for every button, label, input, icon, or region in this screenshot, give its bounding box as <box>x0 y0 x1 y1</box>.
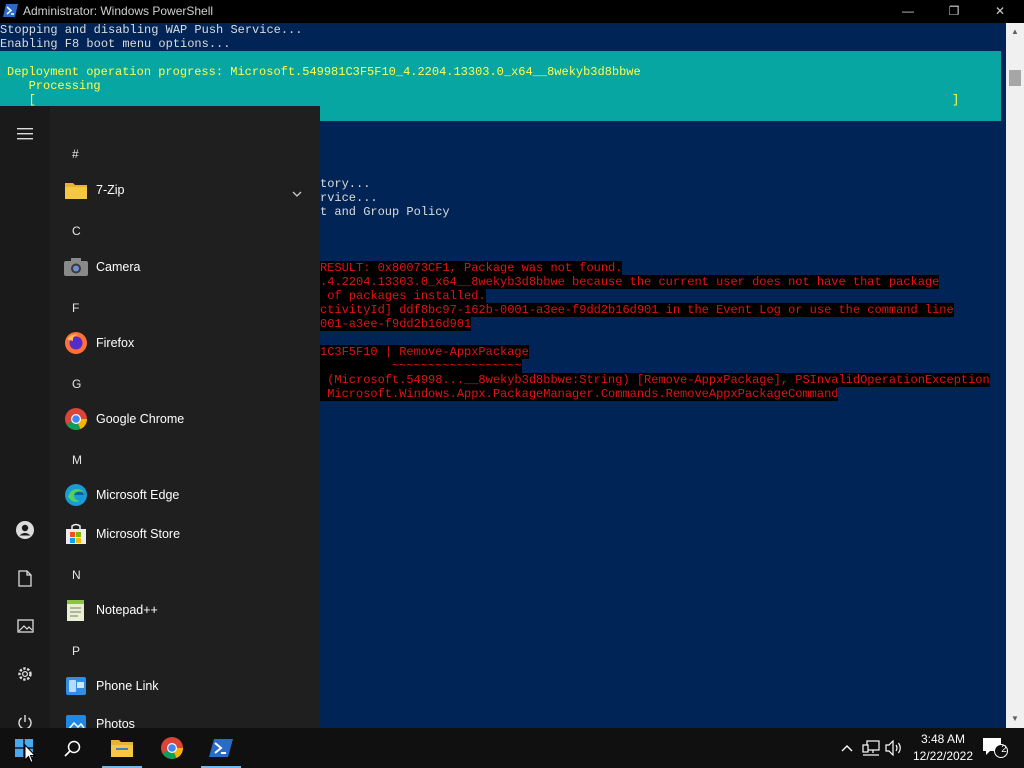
app-microsoft-store[interactable]: Microsoft Store <box>60 516 312 552</box>
pictures-button[interactable] <box>0 606 50 646</box>
app-phone-link[interactable]: Phone Link <box>60 668 312 704</box>
volume-button[interactable] <box>884 728 904 768</box>
network-button[interactable] <box>860 728 882 768</box>
app-name: Phone Link <box>96 679 159 693</box>
chevron-up-icon <box>841 745 853 752</box>
show-hidden-icons-button[interactable] <box>838 728 856 768</box>
settings-button[interactable] <box>0 654 50 694</box>
error-line: ctivityId] ddf8bc97-162b-0001-a3ee-f9dd2… <box>320 303 954 317</box>
maximize-button[interactable]: ❐ <box>931 0 977 23</box>
firefox-icon <box>63 330 89 356</box>
app-name: Notepad++ <box>96 603 158 617</box>
app-name: Microsoft Edge <box>96 488 180 502</box>
minimize-button[interactable]: — <box>885 0 931 23</box>
progress-bar-left: [ <box>7 93 36 107</box>
error-line: (Microsoft.54998...__8wekyb3d8bbwe:Strin… <box>320 373 990 387</box>
app-name: Photos <box>96 717 135 728</box>
chrome-icon <box>161 737 183 759</box>
letter-header[interactable]: G <box>72 377 81 391</box>
taskbar-clock[interactable]: 3:48 AM 12/22/2022 <box>910 731 976 765</box>
clock-time: 3:48 AM <box>920 732 966 746</box>
app-notepad-plus-plus[interactable]: Notepad++ <box>60 592 312 628</box>
progress-title: Deployment operation progress: Microsoft… <box>7 65 641 79</box>
notepadpp-icon <box>63 597 89 623</box>
speaker-icon <box>885 740 901 756</box>
camera-icon <box>63 254 89 280</box>
window-title-bar[interactable]: Administrator: Windows PowerShell — ❐ ✕ <box>0 0 1024 23</box>
start-menu-rail <box>0 106 50 730</box>
app-microsoft-edge[interactable]: Microsoft Edge <box>60 477 312 513</box>
console-line: Enabling F8 boot menu options... <box>0 37 231 51</box>
letter-header[interactable]: M <box>72 453 82 467</box>
photos-icon <box>63 711 89 728</box>
vertical-scrollbar[interactable]: ▲ ▼ <box>1006 23 1024 728</box>
user-icon <box>16 521 34 539</box>
scroll-down-arrow-icon[interactable]: ▼ <box>1006 710 1024 728</box>
search-icon <box>63 740 80 757</box>
letter-header[interactable]: P <box>72 644 80 658</box>
window-title: Administrator: Windows PowerShell <box>23 4 214 18</box>
app-photos[interactable]: Photos <box>60 706 312 728</box>
documents-button[interactable] <box>0 558 50 598</box>
error-line: RESULT: 0x80073CF1, Package was not foun… <box>320 261 623 275</box>
error-line: 1C3F5F10 | Remove-AppxPackage <box>320 345 529 359</box>
error-line: Microsoft.Windows.Appx.PackageManager.Co… <box>320 387 839 401</box>
edge-icon <box>63 482 89 508</box>
letter-header[interactable]: F <box>72 301 79 315</box>
action-center-button[interactable]: 2 <box>980 728 1010 768</box>
pictures-icon <box>16 619 34 633</box>
powershell-icon <box>3 4 18 17</box>
network-icon <box>862 740 880 756</box>
error-line: of packages installed. <box>320 289 486 303</box>
taskbar-powershell[interactable] <box>197 728 245 768</box>
chevron-down-icon[interactable] <box>292 184 302 202</box>
letter-header[interactable]: N <box>72 568 81 582</box>
app-name: Google Chrome <box>96 412 185 426</box>
app-name: Camera <box>96 260 141 274</box>
letter-header[interactable]: C <box>72 224 81 238</box>
start-menu: # 7-Zip C Camera F Firefox G Google Chro… <box>0 106 320 730</box>
document-icon <box>18 569 32 587</box>
taskbar-file-explorer[interactable] <box>98 728 146 768</box>
powershell-icon <box>209 739 233 757</box>
app-camera[interactable]: Camera <box>60 249 312 285</box>
app-name: Firefox <box>96 336 135 350</box>
app-7zip[interactable]: 7-Zip <box>60 172 312 208</box>
hamburger-menu-button[interactable] <box>0 114 50 154</box>
search-button[interactable] <box>48 728 96 768</box>
console-line: Stopping and disabling WAP Push Service.… <box>0 23 303 37</box>
app-google-chrome[interactable]: Google Chrome <box>60 401 312 437</box>
scroll-thumb[interactable] <box>1009 70 1021 86</box>
folder-icon <box>63 177 89 203</box>
chrome-icon <box>63 406 89 432</box>
hamburger-icon <box>17 128 33 140</box>
start-app-list[interactable]: # 7-Zip C Camera F Firefox G Google Chro… <box>50 106 320 728</box>
store-icon <box>63 521 89 547</box>
clock-date: 12/22/2022 <box>912 749 974 763</box>
close-button[interactable]: ✕ <box>977 0 1023 23</box>
console-line: tory... <box>320 177 371 191</box>
notification-count-badge: 2 <box>1001 744 1007 755</box>
error-line: .4.2204.13303.0_x64__8wekyb3d8bbwe becau… <box>320 275 940 289</box>
console-line: t and Group Policy <box>320 205 450 219</box>
phone-link-icon <box>63 673 89 699</box>
progress-bar-right: ] <box>952 93 960 107</box>
error-line: ~~~~~~~~~~~~~~~~~~ <box>320 359 522 373</box>
letter-header[interactable]: # <box>72 147 79 161</box>
user-account-button[interactable] <box>0 510 50 550</box>
app-name: 7-Zip <box>96 183 125 197</box>
progress-status: Processing <box>7 79 101 93</box>
error-line: 001-a3ee-f9dd2b16d901 <box>320 317 472 331</box>
scroll-up-arrow-icon[interactable]: ▲ <box>1006 23 1024 41</box>
app-firefox[interactable]: Firefox <box>60 325 312 361</box>
gear-icon <box>18 667 32 681</box>
taskbar: 3:48 AM 12/22/2022 2 <box>0 728 1024 768</box>
file-explorer-icon <box>111 740 133 757</box>
console-line: rvice... <box>320 191 378 205</box>
app-name: Microsoft Store <box>96 527 181 541</box>
taskbar-google-chrome[interactable] <box>148 728 196 768</box>
mouse-cursor-icon <box>24 744 36 764</box>
